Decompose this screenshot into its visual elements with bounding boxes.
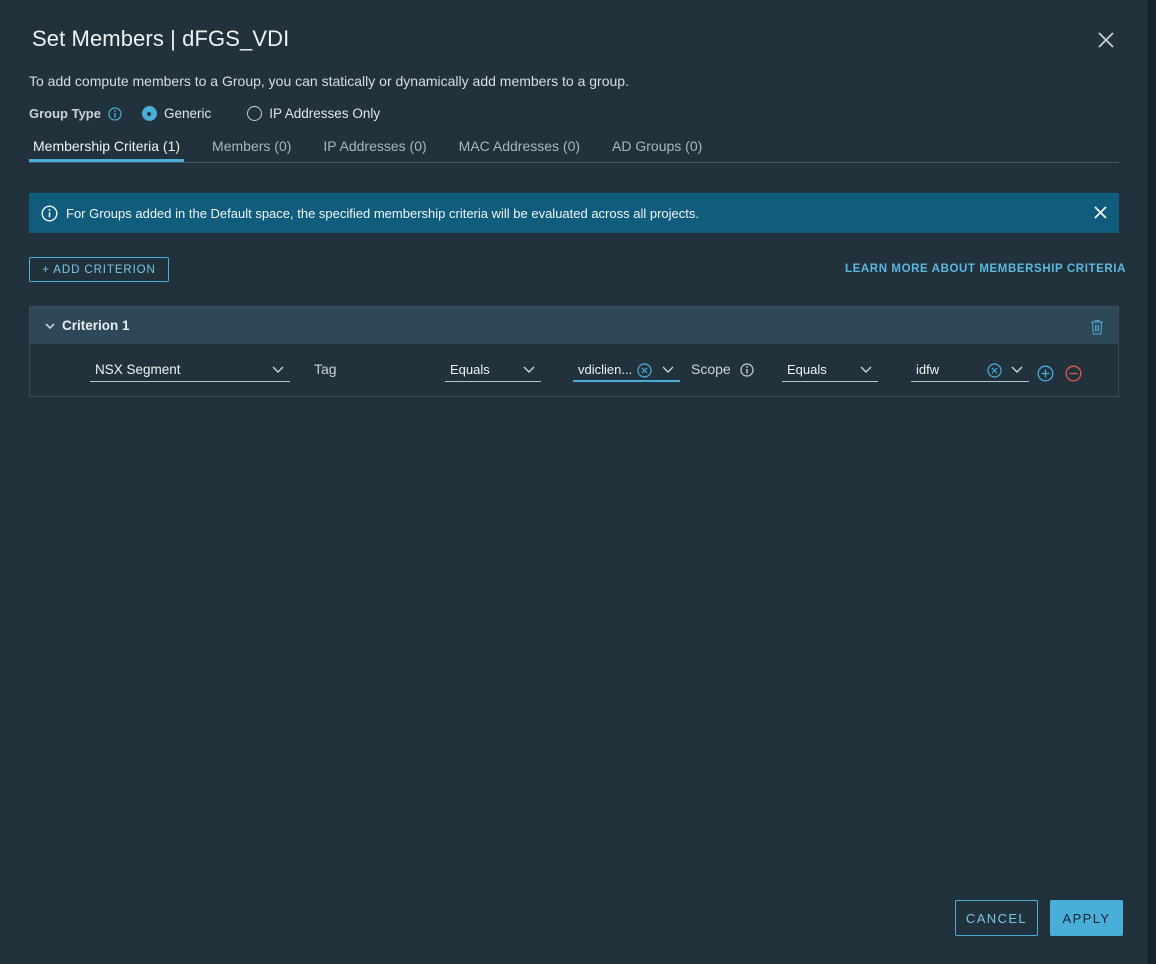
dialog-description: To add compute members to a Group, you c… bbox=[29, 73, 629, 89]
radio-dot-selected[interactable] bbox=[141, 106, 157, 121]
scope-operator-select[interactable]: Equals bbox=[782, 358, 878, 382]
criterion-title: Criterion 1 bbox=[62, 318, 130, 333]
tag-operator-select[interactable]: Equals bbox=[445, 358, 541, 382]
tag-operator-value: Equals bbox=[450, 362, 490, 377]
set-members-dialog: Set Members | dFGS_VDI To add compute me… bbox=[0, 0, 1148, 964]
info-icon bbox=[41, 204, 58, 222]
radio-generic-label: Generic bbox=[163, 106, 212, 121]
scope-value: idfw bbox=[916, 362, 940, 377]
scope-value-select[interactable]: idfw bbox=[911, 358, 1029, 382]
close-icon[interactable] bbox=[1096, 30, 1116, 50]
remove-condition-icon[interactable] bbox=[1065, 365, 1082, 382]
trash-icon[interactable] bbox=[1090, 319, 1104, 335]
chevron-down-icon[interactable] bbox=[44, 320, 56, 332]
scope-operator-value: Equals bbox=[787, 362, 827, 377]
tab-mac-addresses[interactable]: MAC Addresses (0) bbox=[455, 136, 584, 162]
criterion-card: Criterion 1 NSX Segment Tag Equals vdicl… bbox=[29, 306, 1119, 397]
clear-icon[interactable] bbox=[987, 363, 1002, 378]
radio-ip-addresses-only-label: IP Addresses Only bbox=[269, 106, 381, 121]
chevron-down-icon bbox=[523, 366, 535, 373]
scope-label: Scope bbox=[691, 361, 731, 377]
clear-icon[interactable] bbox=[637, 363, 652, 378]
chevron-down-icon bbox=[272, 366, 284, 373]
tag-label: Tag bbox=[314, 361, 337, 377]
close-icon[interactable] bbox=[1092, 204, 1109, 221]
info-icon[interactable] bbox=[108, 106, 122, 121]
member-type-value: NSX Segment bbox=[95, 362, 181, 377]
group-type-label: Group Type bbox=[29, 106, 101, 121]
radio-generic[interactable]: Generic bbox=[141, 106, 212, 121]
cancel-button[interactable]: CANCEL bbox=[955, 900, 1038, 936]
tab-ip-addresses[interactable]: IP Addresses (0) bbox=[319, 136, 430, 162]
chevron-down-icon bbox=[1011, 366, 1023, 373]
radio-dot[interactable] bbox=[247, 106, 263, 121]
add-condition-icon[interactable] bbox=[1037, 365, 1054, 382]
tab-membership-criteria[interactable]: Membership Criteria (1) bbox=[29, 136, 185, 162]
tab-members[interactable]: Members (0) bbox=[208, 136, 295, 162]
group-type-row: Group Type Generic IP Addresses Only bbox=[29, 106, 380, 121]
add-criterion-button[interactable]: + ADD CRITERION bbox=[29, 257, 169, 282]
tab-ad-groups[interactable]: AD Groups (0) bbox=[608, 136, 706, 162]
member-type-select[interactable]: NSX Segment bbox=[90, 358, 290, 382]
chevron-down-icon bbox=[860, 366, 872, 373]
criterion-header[interactable]: Criterion 1 bbox=[30, 307, 1118, 344]
chevron-down-icon bbox=[662, 366, 674, 373]
tag-value-select[interactable]: vdiclien... bbox=[573, 358, 680, 382]
info-banner: For Groups added in the Default space, t… bbox=[29, 193, 1119, 233]
learn-more-link[interactable]: LEARN MORE ABOUT MEMBERSHIP CRITERIA bbox=[845, 263, 1126, 275]
background-window-edge bbox=[1148, 0, 1156, 964]
radio-ip-addresses-only[interactable]: IP Addresses Only bbox=[247, 106, 380, 121]
tab-bar: Membership Criteria (1) Members (0) IP A… bbox=[29, 136, 1119, 163]
dialog-title: Set Members | dFGS_VDI bbox=[32, 26, 290, 51]
apply-button[interactable]: APPLY bbox=[1050, 900, 1123, 936]
info-icon[interactable] bbox=[740, 363, 754, 377]
banner-text: For Groups added in the Default space, t… bbox=[66, 205, 699, 221]
tag-value: vdiclien... bbox=[578, 361, 633, 377]
